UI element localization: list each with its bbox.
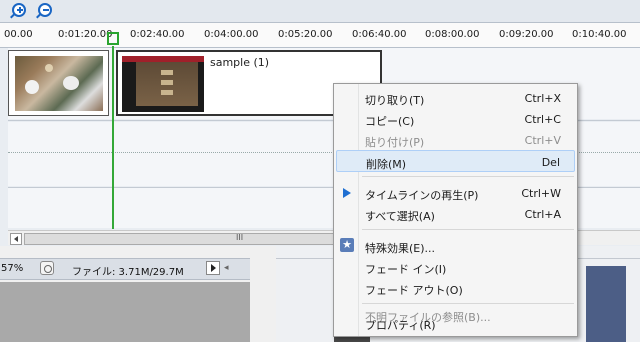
- menu-item-shortcut: Ctrl+C: [524, 113, 561, 126]
- menu-item-label: 削除(M): [366, 158, 407, 171]
- scroll-left-icon[interactable]: ◂: [224, 263, 234, 273]
- menu-item-label: タイムラインの再生(P): [365, 189, 479, 202]
- play-icon: [343, 188, 351, 198]
- clip-name: sample (1): [210, 56, 270, 69]
- clip-thumbnail: [15, 56, 103, 111]
- timeline-ruler[interactable]: 00.00 0:01:20.00 0:02:40.00 0:04:00.00 0…: [0, 22, 640, 48]
- menu-item-label: プロパティ(R): [365, 319, 436, 332]
- menu-item-shortcut: Del: [541, 156, 560, 169]
- file-size-readout: ファイル: 3.71M/29.7M: [72, 267, 184, 278]
- playhead-handle[interactable]: [107, 32, 119, 45]
- menu-item-properties[interactable]: プロパティ(R): [336, 312, 575, 334]
- menu-item-label: 貼り付け(P): [365, 136, 425, 149]
- ruler-tick: 0:04:00.00: [204, 29, 259, 40]
- context-menu: 切り取り(T) Ctrl+X コピー(C) Ctrl+C 貼り付け(P) Ctr…: [333, 83, 578, 337]
- scroll-left-icon[interactable]: [10, 233, 22, 245]
- menu-separator: [362, 229, 574, 230]
- ruler-tick: 0:02:40.00: [130, 29, 185, 40]
- menu-item-shortcut: Ctrl+W: [521, 187, 561, 200]
- clip-thumbnail: [122, 56, 204, 112]
- ruler-tick: 00.00: [4, 29, 33, 40]
- menu-item-browse-missing[interactable]: 不明ファイルの参照(B)...: [336, 290, 575, 324]
- zoom-in-icon[interactable]: [10, 3, 26, 19]
- ruler-tick: 0:01:20.00: [58, 29, 113, 40]
- ruler-tick: 0:08:00.00: [425, 29, 480, 40]
- ruler-tick: 0:09:20.00: [499, 29, 554, 40]
- menu-item-label: すべて選択(A): [365, 210, 435, 223]
- menu-item-label: 特殊効果(E)...: [365, 242, 436, 255]
- zoom-out-icon[interactable]: [36, 3, 52, 19]
- menu-item-paste[interactable]: 貼り付け(P) Ctrl+V: [336, 129, 575, 151]
- menu-item-fade-in[interactable]: フェード イン(I): [336, 256, 575, 278]
- video-clip[interactable]: [8, 50, 109, 116]
- menu-item-shortcut: Ctrl+A: [524, 208, 561, 221]
- menu-item-delete[interactable]: 削除(M) Del: [336, 150, 575, 172]
- menu-item-cut[interactable]: 切り取り(T) Ctrl+X: [336, 87, 575, 109]
- menu-separator: [362, 176, 574, 177]
- menu-item-shortcut: Ctrl+X: [524, 92, 561, 105]
- menu-item-label: コピー(C): [365, 115, 415, 128]
- ruler-tick: 0:06:40.00: [352, 29, 407, 40]
- settings-icon[interactable]: [40, 261, 54, 275]
- menu-item-effects[interactable]: ★ 特殊効果(E)...: [336, 235, 575, 257]
- menu-item-select-all[interactable]: すべて選択(A) Ctrl+A: [336, 203, 575, 225]
- scroll-grip: III: [236, 233, 244, 242]
- zoom-percent: 57%: [1, 263, 24, 274]
- menu-item-copy[interactable]: コピー(C) Ctrl+C: [336, 108, 575, 130]
- playhead-line[interactable]: [112, 46, 114, 229]
- status-bar: 57% ファイル: 3.71M/29.7M ◂: [0, 258, 250, 280]
- ruler-tick: 0:05:20.00: [278, 29, 333, 40]
- star-icon: ★: [340, 238, 354, 252]
- preview-frame: [586, 266, 626, 342]
- zoom-toolbar: [0, 0, 640, 22]
- menu-item-label: 切り取り(T): [365, 94, 425, 107]
- play-button[interactable]: [206, 261, 220, 275]
- menu-item-play-timeline[interactable]: タイムラインの再生(P) Ctrl+W: [336, 182, 575, 204]
- menu-item-shortcut: Ctrl+V: [524, 134, 561, 147]
- preview-area: [0, 282, 250, 342]
- menu-item-label: フェード イン(I): [365, 263, 447, 276]
- ruler-tick: 0:10:40.00: [572, 29, 627, 40]
